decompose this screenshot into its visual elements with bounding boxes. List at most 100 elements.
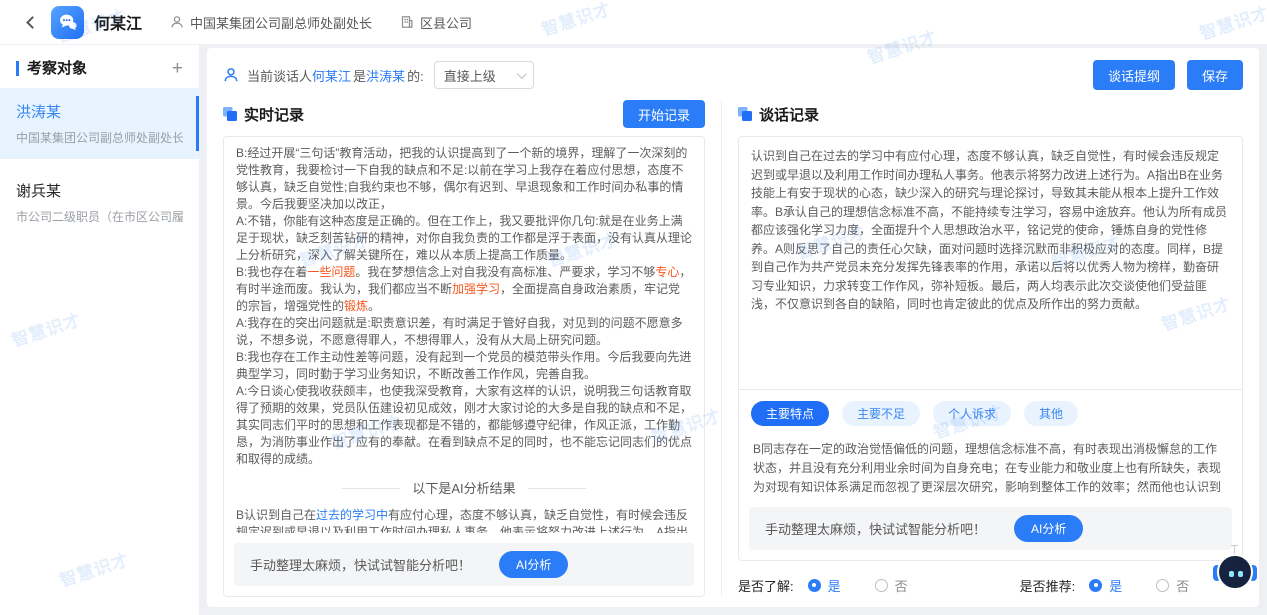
text-segment: A:今日谈心使我收获颇丰，也使我深受教育，大家有这样的认识，说明我三句话教育取得…	[236, 384, 692, 466]
radio-option-否[interactable]: 否	[1156, 576, 1189, 595]
relation-select-value: 直接上级	[444, 66, 496, 85]
highlighted-text: 专心	[655, 265, 679, 279]
realtime-record-title: 实时记录	[244, 104, 304, 125]
ai-result-divider: 以下是AI分析结果	[236, 480, 692, 497]
transcript: B:经过开展“三句话”教育活动，把我的认识提高到了一个新的境界，理解了一次深刻的…	[236, 145, 692, 468]
highlighted-text: 锻炼	[344, 299, 368, 313]
add-target-button[interactable]: +	[172, 62, 183, 76]
text-segment: B认识到自己在	[236, 508, 316, 522]
speaker-name-link[interactable]: 何某江	[312, 66, 351, 85]
transcript-paragraph: B:我也存在工作主动性差等问题，没有起到一个党员的模范带头作用。今后我要向先进典…	[236, 349, 692, 383]
org-badge-label: 区县公司	[420, 13, 472, 32]
transcript-paragraph: B:经过开展“三句话”教育活动，把我的认识提高到了一个新的境界，理解了一次深刻的…	[236, 145, 692, 213]
talk-outline-button[interactable]: 谈话提纲	[1093, 60, 1175, 90]
toolbar: 当前谈话人 何某江 是 洪涛某 的: 直接上级 谈话提纲 保存	[223, 60, 1243, 90]
sidebar-item-洪涛某[interactable]: 洪涛某中国某集团公司副总师处副处长	[0, 88, 199, 159]
highlighted-text: 加强学习	[452, 282, 500, 296]
right-ai-bar: 手动整理太麻烦，快试试智能分析吧！ AI分析	[749, 507, 1232, 550]
realtime-record-section: 实时记录 开始记录 B:经过开展“三句话”教育活动，把我的认识提高到了一个新的境…	[223, 100, 705, 597]
question-label: 是否推荐:	[1020, 576, 1076, 595]
person-icon	[170, 15, 184, 29]
left-ai-analyze-button[interactable]: AI分析	[499, 551, 568, 578]
left-ai-bar: 手动整理太麻烦，快试试智能分析吧！ AI分析	[234, 543, 694, 586]
text-segment: A:不错，你能有这种态度是正确的。但在工作上，我又要批评你几句:就是在业务上满足…	[236, 214, 692, 262]
target-name-link[interactable]: 洪涛某	[366, 66, 405, 85]
text-segment: B:我也存在着	[236, 265, 307, 279]
chat-bubbles-icon	[57, 11, 79, 33]
start-record-button[interactable]: 开始记录	[623, 100, 705, 128]
realtime-record-box: B:经过开展“三句话”教育活动，把我的认识提高到了一个新的境界，理解了一次深刻的…	[223, 136, 705, 597]
talk-record-box: 认识到自己在过去的学习中有应付心理，态度不够认真，缺乏自觉性，有时候会违反规定迟…	[738, 136, 1243, 561]
radio-option-是[interactable]: 是	[1089, 576, 1122, 595]
app-logo-icon	[51, 6, 84, 39]
main-panel: 当前谈话人 何某江 是 洪涛某 的: 直接上级 谈话提纲 保存 实时记录 开始记…	[207, 48, 1259, 607]
save-button[interactable]: 保存	[1187, 60, 1243, 90]
highlighted-text: 过去的学习中	[316, 508, 388, 522]
text-segment: 。我在梦想信念上对自我没有高标准、严要求，学习不够	[355, 265, 655, 279]
tab-个人诉求[interactable]: 个人诉求	[933, 401, 1011, 426]
text-segment: 。	[368, 299, 380, 313]
speaker-person-icon	[223, 67, 239, 83]
speaker-prefix-label: 当前谈话人	[247, 66, 312, 85]
tab-其他[interactable]: 其他	[1024, 401, 1078, 426]
radio-icon[interactable]	[808, 579, 821, 592]
text-segment: B:我也存在工作主动性差等问题，没有起到一个党员的模范带头作用。今后我要向先进典…	[236, 350, 691, 381]
assistant-robot-button[interactable]	[1213, 553, 1257, 593]
tab-content-text[interactable]: B同志存在一定的政治觉悟偏低的问题，理想信念标准不高，有时表现出消极懈怠的工作状…	[739, 432, 1242, 497]
analysis-tabs: 主要特点主要不足个人诉求其他	[739, 389, 1242, 432]
right-ai-analyze-button[interactable]: AI分析	[1014, 515, 1083, 542]
position-badge-label: 中国某集团公司副总师处副处长	[190, 13, 372, 32]
transcript-paragraph: B:我也存在着一些问题。我在梦想信念上对自我没有高标准、严要求，学习不够专心，有…	[236, 264, 692, 315]
building-icon	[400, 15, 414, 29]
page-title: 何某江	[94, 10, 142, 34]
highlighted-text: 一些问题	[307, 265, 355, 279]
back-button[interactable]	[26, 16, 39, 29]
question-group: 是否推荐: 是 否	[1020, 576, 1190, 595]
org-badge: 区县公司	[400, 13, 472, 32]
question-label: 是否了解:	[738, 576, 794, 595]
radio-option-label: 否	[895, 576, 908, 595]
left-ai-bar-text: 手动整理太麻烦，快试试智能分析吧！	[250, 555, 471, 574]
radio-option-否[interactable]: 否	[875, 576, 908, 595]
transcript-paragraph: A:今日谈心使我收获颇丰，也使我深受教育，大家有这样的认识，说明我三句话教育取得…	[236, 383, 692, 468]
target-list: 洪涛某中国某集团公司副总师处副处长谢兵某市公司二级职员（在市区公司履职...	[0, 88, 199, 238]
sidebar: 考察对象 + 洪涛某中国某集团公司副总师处副处长谢兵某市公司二级职员（在市区公司…	[0, 45, 199, 615]
sidebar-item-name: 谢兵某	[16, 180, 183, 201]
transcript-paragraph: A:我存在的突出问题就是:职责意识差，有时满足于管好自我，对见到的问题不愿意多说…	[236, 315, 692, 349]
talk-record-text-area[interactable]: 认识到自己在过去的学习中有应付心理，态度不够认真，缺乏自觉性，有时候会违反规定迟…	[739, 137, 1242, 389]
radio-option-是[interactable]: 是	[808, 576, 841, 595]
sidebar-item-desc: 市公司二级职员（在市区公司履职...	[16, 208, 183, 225]
transcript-text-area[interactable]: B:经过开展“三句话”教育活动，把我的认识提高到了一个新的境界，理解了一次深刻的…	[224, 137, 704, 533]
radio-icon[interactable]	[1156, 579, 1169, 592]
top-bar: 何某江 中国某集团公司副总师处副处长 区县公司	[0, 0, 1267, 44]
relation-select[interactable]: 直接上级	[434, 61, 534, 89]
question-group: 是否了解: 是 否	[738, 576, 908, 595]
ai-analysis-text: B认识到自己在过去的学习中有应付心理，态度不够认真，缺乏自觉性，有时候会违反规定…	[236, 507, 692, 533]
sidebar-item-name: 洪涛某	[16, 101, 183, 122]
section-icon	[738, 107, 752, 121]
right-ai-bar-text: 手动整理太麻烦，快试试智能分析吧！	[765, 519, 986, 538]
questions-row: 是否了解: 是 否 是否推荐: 是 否	[738, 573, 1243, 597]
section-icon	[223, 107, 237, 121]
text-segment: B:经过开展“三句话”教育活动，把我的认识提高到了一个新的境界，理解了一次深刻的…	[236, 146, 687, 211]
tab-主要特点[interactable]: 主要特点	[751, 401, 829, 426]
text-segment: A:我存在的突出问题就是:职责意识差，有时满足于管好自我，对见到的问题不愿意多说…	[236, 316, 683, 347]
tab-主要不足[interactable]: 主要不足	[842, 401, 920, 426]
radio-option-label: 是	[828, 576, 841, 595]
sidebar-item-谢兵某[interactable]: 谢兵某市公司二级职员（在市区公司履职...	[0, 167, 199, 238]
radio-icon[interactable]	[875, 579, 888, 592]
suffix-label: 的:	[407, 66, 424, 85]
radio-icon[interactable]	[1089, 579, 1102, 592]
chevron-down-icon	[517, 69, 527, 79]
robot-face-icon	[1217, 554, 1253, 590]
relation-word: 是	[353, 66, 366, 85]
talk-record-section: 谈话记录 认识到自己在过去的学习中有应付心理，态度不够认真，缺乏自觉性，有时候会…	[721, 100, 1243, 597]
radio-option-label: 是	[1109, 576, 1122, 595]
position-badge: 中国某集团公司副总师处副处长	[170, 13, 372, 32]
transcript-paragraph: A:不错，你能有这种态度是正确的。但在工作上，我又要批评你几句:就是在业务上满足…	[236, 213, 692, 264]
talk-record-title: 谈话记录	[759, 104, 819, 125]
sidebar-item-desc: 中国某集团公司副总师处副处长	[16, 129, 183, 146]
robot-antenna-icon	[1234, 546, 1235, 554]
sidebar-title: 考察对象	[16, 61, 87, 76]
radio-option-label: 否	[1176, 576, 1189, 595]
